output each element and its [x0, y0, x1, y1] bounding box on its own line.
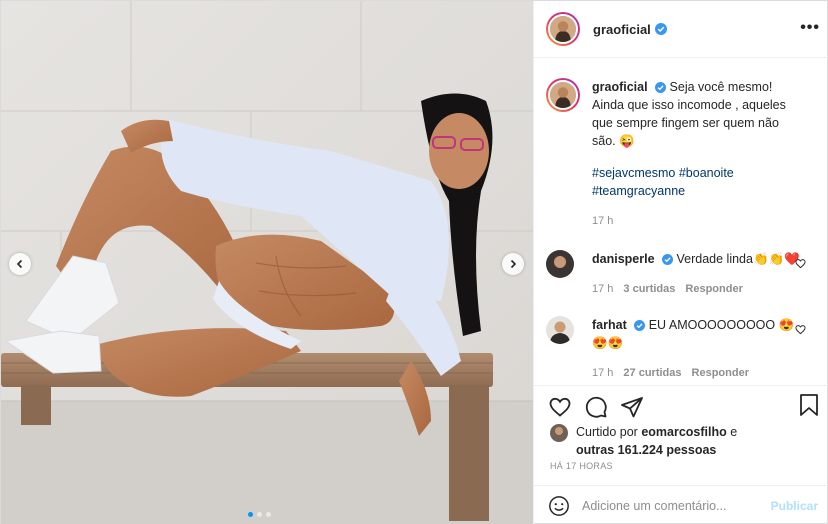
carousel-dot	[257, 512, 262, 517]
chevron-right-icon	[510, 259, 517, 269]
comment-like-icon[interactable]	[795, 258, 806, 269]
avatar[interactable]	[546, 316, 574, 344]
liked-by-user[interactable]: eomarcosfilho	[641, 425, 726, 439]
comment-username[interactable]: farhat	[592, 318, 627, 332]
comment-time: 17 h	[592, 367, 614, 379]
avatar[interactable]	[546, 12, 580, 46]
header-username[interactable]: graoficial	[593, 22, 651, 37]
profile-photo-icon	[546, 250, 574, 278]
comment-like-icon[interactable]	[795, 324, 806, 335]
verified-badge-icon	[634, 320, 646, 331]
verified-badge-icon	[655, 82, 667, 93]
share-button[interactable]	[620, 395, 644, 419]
caption-time: 17 h	[592, 215, 614, 227]
comment-icon	[585, 396, 607, 418]
comment-input[interactable]	[582, 498, 752, 513]
verified-badge-icon	[662, 254, 674, 265]
avatar[interactable]	[546, 250, 574, 278]
post-header: graoficial •••	[534, 1, 828, 58]
emoji-icon[interactable]	[548, 495, 570, 517]
publish-button[interactable]: Publicar	[771, 499, 818, 513]
heart-icon	[549, 397, 571, 417]
comment-text: Verdade linda👏👏❤️	[676, 252, 800, 266]
verified-badge-icon	[654, 23, 667, 35]
comment-likes-link[interactable]: 27 curtidas	[623, 364, 681, 382]
profile-photo-icon	[550, 82, 576, 108]
carousel-dots	[248, 512, 271, 517]
post-side-panel: graoficial ••• graoficial Seja você mesm…	[533, 1, 828, 524]
liked-by-others[interactable]: outras 161.224 pessoas	[576, 443, 716, 457]
comment-item: danisperle Verdade linda👏👏❤️ 17 h 3 curt…	[546, 250, 818, 298]
post-timestamp[interactable]: HÁ 17 HORAS	[550, 461, 613, 471]
caption-username[interactable]: graoficial	[592, 80, 648, 94]
carousel-next-button[interactable]	[502, 253, 524, 275]
comment-item: farhat EU AMOOOOOOOOO 😍😍😍 17 h 27 curtid…	[546, 316, 818, 382]
more-options-icon[interactable]: •••	[800, 19, 820, 37]
send-icon	[621, 396, 643, 417]
save-button[interactable]	[798, 393, 820, 420]
liked-by-prefix: Curtido por	[576, 425, 638, 439]
comment-reply-link[interactable]: Responder	[685, 280, 742, 298]
liked-by-conjunction: e	[730, 425, 738, 439]
comment-button[interactable]	[584, 395, 608, 419]
avatar[interactable]	[546, 78, 580, 112]
chevron-left-icon	[16, 259, 23, 269]
profile-photo-icon	[550, 424, 568, 442]
avatar[interactable]	[550, 424, 568, 442]
like-button[interactable]	[548, 395, 572, 419]
comments-section: graoficial Seja você mesmo! Ainda que is…	[534, 58, 828, 385]
bookmark-icon	[800, 394, 818, 416]
profile-photo-icon	[546, 316, 574, 344]
photo-illustration	[1, 1, 533, 524]
carousel-dot	[248, 512, 253, 517]
comment-reply-link[interactable]: Responder	[692, 364, 749, 382]
profile-photo-icon	[550, 16, 576, 42]
comment-likes-link[interactable]: 3 curtidas	[623, 280, 675, 298]
instagram-post: graoficial ••• graoficial Seja você mesm…	[0, 0, 828, 524]
caption: graoficial Seja você mesmo! Ainda que is…	[546, 78, 818, 230]
comment-time: 17 h	[592, 283, 614, 295]
caption-hashtags[interactable]: #sejavcmesmo #boanoite #teamgracyanne	[592, 164, 802, 200]
comment-composer: Publicar	[534, 485, 828, 524]
carousel-dot	[266, 512, 271, 517]
post-photo[interactable]	[1, 1, 533, 524]
post-actions	[534, 385, 828, 427]
carousel-prev-button[interactable]	[9, 253, 31, 275]
liked-by: Curtido por eomarcosfilho e outras 161.2…	[550, 423, 737, 459]
comment-username[interactable]: danisperle	[592, 252, 655, 266]
